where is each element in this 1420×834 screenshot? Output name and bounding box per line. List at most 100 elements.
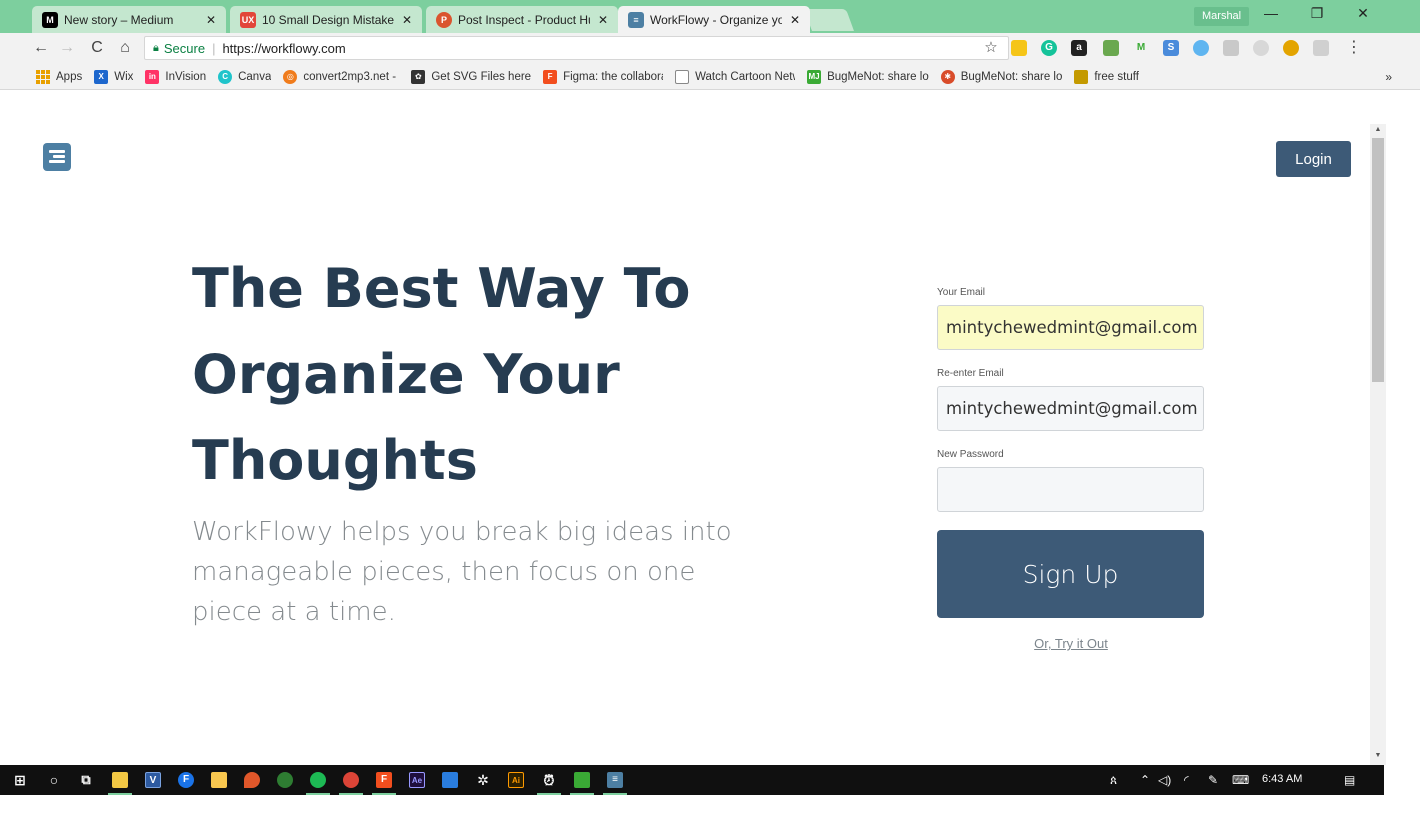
bookmark-label: BugMeNot: share lo (827, 70, 929, 83)
reload-icon[interactable]: C (86, 37, 108, 59)
bookmark-wix[interactable]: X Wix (94, 69, 133, 84)
app-f-icon[interactable]: F (178, 772, 194, 788)
mixmax-icon[interactable]: M (1133, 40, 1149, 56)
reenter-email-field[interactable]: mintychewedmint@gmail.com (937, 386, 1204, 431)
visio-icon[interactable]: V (145, 772, 161, 788)
close-tab-icon[interactable]: ✕ (204, 13, 218, 27)
extension-docs-icon[interactable] (1011, 40, 1027, 56)
cortana-search-icon[interactable]: ○ (46, 772, 62, 788)
bookmark-bugmenot[interactable]: ✱ BugMeNot: share lo (940, 69, 1063, 84)
scrollbar-thumb[interactable] (1372, 138, 1384, 382)
app-grid-icon[interactable] (574, 772, 590, 788)
pen-icon[interactable]: ✎ (1208, 773, 1218, 787)
bookmark-star-icon[interactable]: ☆ (980, 37, 1002, 59)
secure-label: Secure (163, 40, 206, 56)
login-button[interactable]: Login (1276, 141, 1351, 177)
people-icon[interactable]: ጰ (1110, 773, 1117, 788)
menu-kebab-icon[interactable]: ⋮ (1343, 37, 1365, 59)
bookmarks-bar: Apps X Wix in InVision C Canva ◎ convert… (0, 64, 1420, 90)
amazon-extension-icon[interactable]: a (1071, 40, 1087, 56)
bookmark-mockupsjar[interactable]: MJ BugMeNot: share lo (807, 69, 929, 84)
bookmark-figma[interactable]: F Figma: the collabora (543, 69, 663, 84)
sticky-notes-icon[interactable] (211, 772, 227, 788)
clock[interactable]: 6:43 AM (1262, 773, 1302, 785)
bookmark-label: Get SVG Files here (431, 70, 532, 83)
close-tab-icon[interactable]: ✕ (596, 13, 610, 27)
workflowy-icon: ≡ (628, 11, 644, 28)
bookmark-cartoon-network[interactable]: Watch Cartoon Netw (675, 69, 795, 84)
email-field[interactable]: mintychewedmint@gmail.com (937, 305, 1204, 350)
tab-medium[interactable]: M New story – Medium ✕ (32, 6, 226, 33)
settings-gear-icon[interactable]: ✲ (475, 772, 491, 788)
bookmark-invision[interactable]: in InVision (145, 69, 206, 84)
new-tab-button[interactable] (803, 9, 855, 31)
tab-title: WorkFlowy - Organize yo (650, 12, 782, 27)
svg-files-icon: ✿ (411, 69, 426, 84)
grammarly-icon[interactable]: G (1041, 40, 1057, 56)
home-icon[interactable]: ⌂ (114, 37, 136, 59)
extension-s-icon[interactable]: S (1163, 40, 1179, 56)
bookmark-label: convert2mp3.net - C (303, 70, 400, 83)
tab-product-hunt[interactable]: P Post Inspect - Product Hu ✕ (426, 6, 618, 33)
bugmenot-icon: ✱ (940, 69, 955, 84)
tab-strip: M New story – Medium ✕ UX 10 Small Desig… (0, 0, 1420, 33)
after-effects-icon[interactable]: Ae (409, 772, 425, 788)
close-tab-icon[interactable]: ✕ (788, 13, 802, 27)
bookmark-label: Canva (238, 70, 272, 83)
scroll-up-icon[interactable]: ▲ (1372, 126, 1384, 133)
scroll-down-icon[interactable]: ▼ (1372, 752, 1384, 759)
restore-icon[interactable]: ❐ (1302, 5, 1332, 27)
signup-button[interactable]: Sign Up (937, 530, 1204, 618)
workflowy-logo-icon[interactable] (43, 143, 71, 171)
photos-icon[interactable] (442, 772, 458, 788)
spotify-icon[interactable] (310, 772, 326, 788)
password-field[interactable] (937, 467, 1204, 512)
bookmark-free-stuff[interactable]: free stuff (1074, 69, 1139, 84)
alarm-clock-icon[interactable]: ⏰︎ (541, 772, 557, 788)
folder-icon (1074, 69, 1089, 84)
forward-icon[interactable]: → (56, 37, 78, 59)
url-text: https://workflowy.com (222, 40, 346, 56)
lock-icon: 🔒︎ (153, 41, 159, 54)
figma-taskbar-icon[interactable]: F (376, 772, 392, 788)
chrome-icon[interactable] (343, 772, 359, 788)
wifi-icon[interactable]: ◜ (1184, 773, 1189, 787)
chevron-up-icon[interactable]: ⌃ (1140, 773, 1150, 787)
email-label: Your Email (937, 287, 985, 298)
paint-icon[interactable] (277, 772, 293, 788)
tab-title: Post Inspect - Product Hu (458, 12, 590, 27)
windows-start-icon[interactable]: ⊞ (12, 772, 28, 788)
close-window-icon[interactable]: ✕ (1348, 5, 1378, 27)
minimize-icon[interactable]: — (1256, 5, 1286, 27)
extension-feather-icon[interactable] (1313, 40, 1329, 56)
back-icon[interactable]: ← (30, 37, 52, 59)
file-explorer-icon[interactable] (112, 772, 128, 788)
close-tab-icon[interactable]: ✕ (400, 13, 414, 27)
workflowy-taskbar-icon[interactable]: ≡ (607, 772, 623, 788)
bookmark-label: BugMeNot: share lo (960, 70, 1063, 83)
extension-circle-icon[interactable] (1283, 40, 1299, 56)
bookmark-convert2mp3[interactable]: ◎ convert2mp3.net - C (283, 69, 400, 84)
address-bar[interactable]: 🔒︎ Secure | https://workflowy.com (144, 36, 1009, 60)
tab-workflowy[interactable]: ≡ WorkFlowy - Organize yo ✕ (618, 6, 810, 33)
notifications-icon[interactable]: ▤ (1344, 773, 1355, 787)
invision-icon: in (145, 69, 160, 84)
volume-icon[interactable]: ◁) (1158, 773, 1171, 787)
tab-design-mistakes[interactable]: UX 10 Small Design Mistakes ✕ (230, 6, 422, 33)
extension-search-icon[interactable] (1193, 40, 1209, 56)
illustrator-icon[interactable]: Ai (508, 772, 524, 788)
producthunt-icon: P (436, 11, 452, 28)
bookmark-canva[interactable]: C Canva (218, 69, 272, 84)
task-view-icon[interactable]: ⧉ (78, 772, 94, 788)
extension-db-icon[interactable] (1253, 40, 1269, 56)
profile-button[interactable]: Marshal (1194, 7, 1250, 26)
bookmarks-overflow-icon[interactable]: » (1385, 70, 1392, 84)
bookmark-svg-files[interactable]: ✿ Get SVG Files here (411, 69, 532, 84)
extension-gray-icon[interactable] (1223, 40, 1239, 56)
maps-pin-icon[interactable] (244, 772, 260, 788)
extension-puzzle-icon[interactable] (1103, 40, 1119, 56)
desktop-strip (0, 795, 1420, 834)
keyboard-icon[interactable]: ⌨ (1232, 773, 1249, 787)
tab-title: New story – Medium (64, 12, 174, 27)
try-it-out-link[interactable]: Or, Try it Out (937, 636, 1205, 651)
